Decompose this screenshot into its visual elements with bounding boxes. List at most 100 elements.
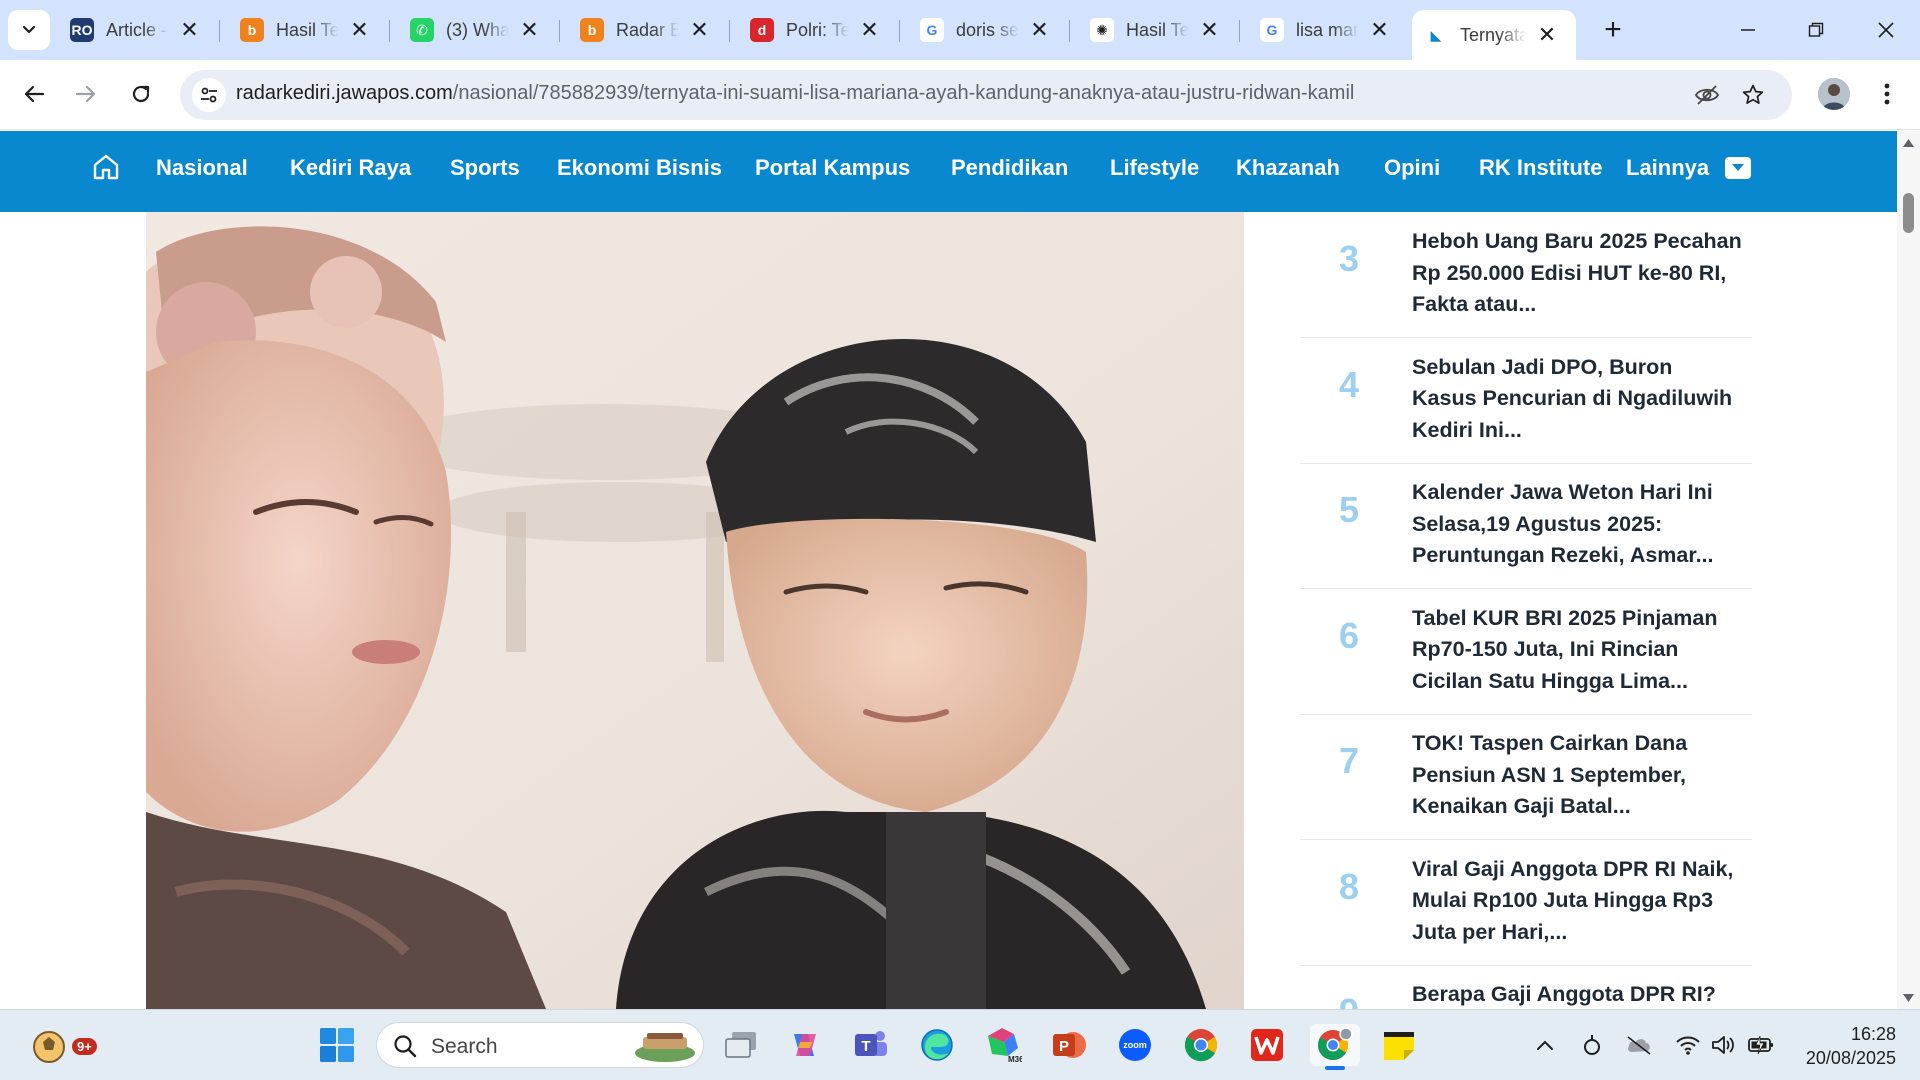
browser-tab[interactable]: ◣ Ternyata ✕ xyxy=(1412,10,1576,60)
tab-close-icon[interactable]: ✕ xyxy=(689,19,710,41)
rank-number: 5 xyxy=(1338,489,1360,530)
site-info-button[interactable] xyxy=(192,78,226,112)
powerpoint-button[interactable]: P xyxy=(1048,1024,1090,1066)
chrome-profile-active-button[interactable] xyxy=(1310,1024,1360,1070)
popular-article-title[interactable]: Viral Gaji Anggota DPR RI Naik, Mulai Rp… xyxy=(1412,854,1742,949)
popular-article-item[interactable]: 7 TOK! Taspen Cairkan Dana Pensiun ASN 1 … xyxy=(1300,714,1752,840)
browser-tab[interactable]: ✆ (3) What ✕ xyxy=(398,10,550,50)
volume-button[interactable] xyxy=(1708,1030,1738,1060)
browser-tab[interactable]: b Radar B ✕ xyxy=(568,10,720,50)
nav-item-lifestyle[interactable]: Lifestyle xyxy=(1110,155,1199,181)
tray-overflow-button[interactable] xyxy=(1530,1030,1560,1060)
zoom-icon: zoom xyxy=(1119,1029,1151,1061)
zoom-button[interactable]: zoom xyxy=(1114,1024,1156,1066)
tab-title: doris se xyxy=(956,19,1019,40)
popular-article-title[interactable]: Sebulan Jadi DPO, Buron Kasus Pencurian … xyxy=(1412,352,1742,447)
wps-office-button[interactable] xyxy=(1246,1024,1288,1066)
article-hero-image xyxy=(146,212,1244,1009)
address-bar[interactable]: radarkediri.jawapos.com/nasional/7858829… xyxy=(180,70,1792,120)
browser-tab[interactable]: ✺ Hasil Te ✕ xyxy=(1078,10,1230,50)
sticky-notes-button[interactable] xyxy=(1378,1024,1420,1066)
bookmark-star-button[interactable] xyxy=(1738,80,1768,110)
google-icon: G xyxy=(1260,18,1284,42)
nav-item-nasional[interactable]: Nasional xyxy=(156,155,248,181)
popular-article-item[interactable]: 6 Tabel KUR BRI 2025 Pinjaman Rp70-150 Ju… xyxy=(1300,589,1752,715)
popular-article-title[interactable]: Berapa Gaji Anggota DPR RI? xyxy=(1412,979,1742,1009)
popular-article-title[interactable]: TOK! Taspen Cairkan Dana Pensiun ASN 1 S… xyxy=(1412,728,1742,823)
restore-button[interactable] xyxy=(1786,10,1846,50)
scroll-up-arrow[interactable] xyxy=(1902,136,1915,149)
close-window-button[interactable] xyxy=(1856,10,1916,50)
popular-article-title[interactable]: Kalender Jawa Weton Hari Ini Selasa,19 A… xyxy=(1412,477,1742,572)
popular-article-item[interactable]: 8 Viral Gaji Anggota DPR RI Naik, Mulai R… xyxy=(1300,840,1752,966)
start-button[interactable] xyxy=(316,1024,358,1066)
m365-button[interactable]: M365 xyxy=(982,1024,1024,1066)
tab-close-icon[interactable]: ✕ xyxy=(1199,19,1220,41)
popular-article-item[interactable]: 3 Heboh Uang Baru 2025 Pecahan Rp 250.000… xyxy=(1300,212,1752,338)
svg-text:zoom: zoom xyxy=(1123,1040,1147,1050)
popular-article-item[interactable]: 5 Kalender Jawa Weton Hari Ini Selasa,19 … xyxy=(1300,463,1752,589)
rank-number: 3 xyxy=(1338,238,1360,279)
minimize-button[interactable] xyxy=(1718,10,1778,50)
nav-item-kediri-raya[interactable]: Kediri Raya xyxy=(290,155,411,181)
browser-tab[interactable]: Glisa mar ✕ xyxy=(1248,10,1400,50)
wifi-button[interactable] xyxy=(1673,1030,1703,1060)
browser-tab[interactable]: b Hasil Te ✕ xyxy=(228,10,380,50)
tab-close-icon[interactable]: ✕ xyxy=(179,19,200,41)
page-scrollbar[interactable] xyxy=(1897,131,1920,1009)
close-icon xyxy=(1878,22,1894,38)
new-tab-button[interactable]: + xyxy=(1596,14,1630,48)
taskbar-search-box[interactable]: Search xyxy=(376,1022,704,1068)
popular-article-item[interactable]: 4 Sebulan Jadi DPO, Buron Kasus Pencurian… xyxy=(1300,338,1752,464)
nav-item-ekonomi-bisnis[interactable]: Ekonomi Bisnis xyxy=(557,155,722,181)
back-button[interactable] xyxy=(14,74,54,114)
tab-search-button[interactable] xyxy=(8,10,50,50)
taskbar-clock[interactable]: 16:28 20/08/2025 xyxy=(1780,1022,1896,1070)
reload-button[interactable] xyxy=(121,74,161,114)
minimize-icon xyxy=(1741,29,1755,31)
task-view-button[interactable] xyxy=(720,1024,762,1066)
tab-close-icon[interactable]: ✕ xyxy=(1029,19,1050,41)
browser-menu-button[interactable] xyxy=(1872,76,1902,112)
copilot-button[interactable] xyxy=(784,1024,826,1066)
scroll-down-arrow[interactable] xyxy=(1902,991,1915,1004)
teams-button[interactable]: T xyxy=(850,1024,892,1066)
browser-tab[interactable]: d Polri: Te ✕ xyxy=(738,10,890,50)
tab-close-icon[interactable]: ✕ xyxy=(1536,24,1558,46)
tab-separator xyxy=(219,20,220,42)
tab-close-icon[interactable]: ✕ xyxy=(1369,19,1390,41)
tab-close-icon[interactable]: ✕ xyxy=(349,19,370,41)
nav-item-lainnya[interactable]: Lainnya xyxy=(1626,155,1709,181)
battery-button[interactable] xyxy=(1746,1030,1776,1060)
forward-button[interactable] xyxy=(66,74,106,114)
browser-tab[interactable]: Gdoris se ✕ xyxy=(908,10,1060,50)
home-button[interactable] xyxy=(90,151,122,183)
popular-article-title[interactable]: Heboh Uang Baru 2025 Pecahan Rp 250.000 … xyxy=(1412,226,1742,321)
tab-title: Ternyata xyxy=(1460,24,1526,45)
nav-item-portal-kampus[interactable]: Portal Kampus xyxy=(755,155,910,181)
chrome-button[interactable] xyxy=(1180,1024,1222,1066)
nav-item-sports[interactable]: Sports xyxy=(450,155,520,181)
widgets-button[interactable]: 9+ xyxy=(28,1026,97,1068)
url-text[interactable]: radarkediri.jawapos.com/nasional/7858829… xyxy=(236,82,1354,105)
nav-item-opini[interactable]: Opini xyxy=(1384,155,1440,181)
more-menu-toggle[interactable] xyxy=(1725,157,1751,179)
scrollbar-thumb[interactable] xyxy=(1903,193,1914,233)
tab-close-icon[interactable]: ✕ xyxy=(859,19,880,41)
onedrive-button[interactable] xyxy=(1624,1030,1654,1060)
tab-close-icon[interactable]: ✕ xyxy=(519,19,540,41)
rank-number: 6 xyxy=(1338,614,1360,656)
tray-app-button[interactable] xyxy=(1577,1030,1607,1060)
reload-icon xyxy=(132,85,150,103)
nav-item-khazanah[interactable]: Khazanah xyxy=(1236,155,1340,181)
popular-article-title[interactable]: Tabel KUR BRI 2025 Pinjaman Rp70-150 Jut… xyxy=(1412,603,1742,698)
edge-button[interactable] xyxy=(916,1024,958,1066)
powerpoint-icon: P xyxy=(1053,1032,1086,1058)
browser-tab[interactable]: RO Article - ✕ xyxy=(58,10,210,50)
popular-article-item[interactable]: 9 Berapa Gaji Anggota DPR RI? xyxy=(1300,965,1752,1009)
nav-item-rk-institute[interactable]: RK Institute xyxy=(1479,155,1602,181)
cloud-off-icon xyxy=(1627,1036,1651,1055)
nav-item-pendidikan[interactable]: Pendidikan xyxy=(951,155,1068,181)
profile-avatar[interactable] xyxy=(1818,78,1850,110)
eye-off-button[interactable] xyxy=(1692,80,1722,110)
